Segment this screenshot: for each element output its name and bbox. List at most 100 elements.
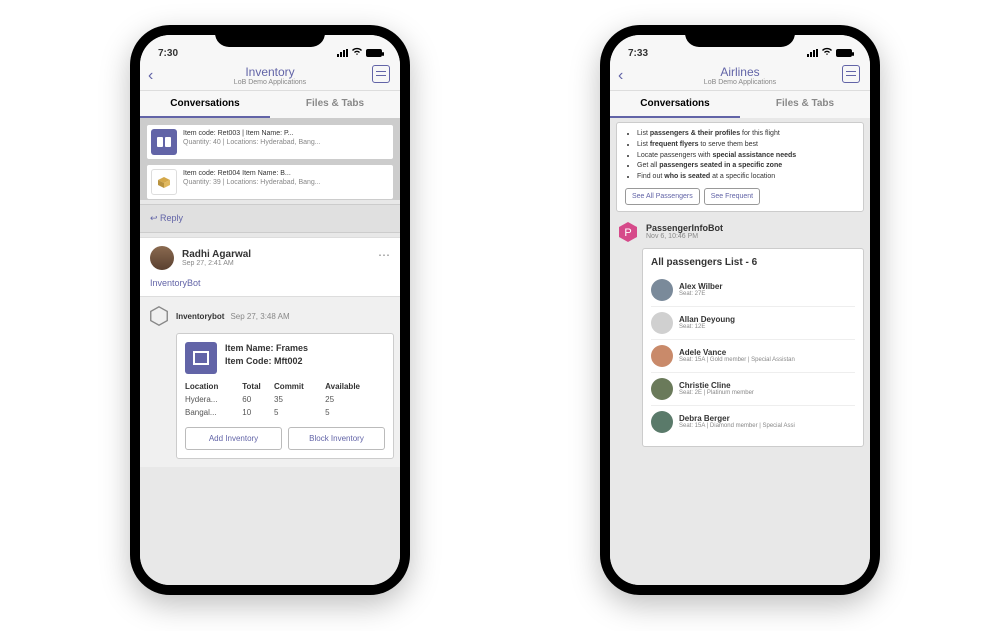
passenger-name: Allan Deyoung [679,316,735,325]
passenger-row[interactable]: Adele VanceSeat: 15A | Gold member | Spe… [651,339,855,372]
passenger-row[interactable]: Christie ClineSeat: 2E | Platinum member [651,372,855,405]
tab-conversations[interactable]: Conversations [140,91,270,118]
passenger-detail: Seat: 2E | Platinum member [679,390,754,396]
item-line2: Quantity: 40 | Locations: Hyderabad, Ban… [183,138,321,147]
table-row: Bangal... 10 5 5 [185,406,385,419]
item-row[interactable]: Item code: Ret003 | Item Name: P... Quan… [183,129,321,155]
passenger-name: Debra Berger [679,415,795,424]
notch [685,25,795,47]
add-inventory-button[interactable]: Add Inventory [185,427,282,450]
th-location: Location [185,380,242,393]
app-header: ‹ Airlines LoB Demo Applications [610,61,870,91]
tab-bar: Conversations Files & Tabs [140,91,400,118]
passenger-row[interactable]: Debra BergerSeat: 15A | Diamond member |… [651,405,855,438]
reply-button[interactable]: ↩ Reply [140,204,400,233]
user-message[interactable]: Radhi Agarwal Sep 27, 2:41 AM ⋯ Inventor… [140,237,400,297]
th-commit: Commit [274,380,325,393]
card-title-2: Item Code: Mft002 [225,355,308,368]
bot-name: Inventorybot [176,312,224,321]
bullet-list: List passengers & their profiles for thi… [625,129,855,182]
mention[interactable]: InventoryBot [150,278,390,288]
item-line2: Quantity: 39 | Locations: Hyderabad, Ban… [183,178,321,187]
screen-right: 7:33 ‹ Airlines LoB Demo Applications Co… [610,35,870,585]
avatar [651,411,673,433]
bullet-item: Get all passengers seated in a specific … [637,161,855,171]
block-inventory-button[interactable]: Block Inventory [288,427,385,450]
tab-files[interactable]: Files & Tabs [740,91,870,118]
item-line1: Item code: Ret004 Item Name: B... [183,169,321,178]
passenger-row[interactable]: Alex WilberSeat: 27E [651,274,855,306]
passenger-name: Adele Vance [679,349,795,358]
battery-icon [366,49,382,57]
table-row: Hydera... 60 35 25 [185,393,385,406]
status-time: 7:33 [628,48,648,59]
app-title: Airlines [618,65,862,79]
inventory-table: Location Total Commit Available Hydera..… [185,380,385,419]
bot-time: Nov 6, 10:46 PM [646,233,723,240]
content-area: Item code: Ret003 | Item Name: P... Quan… [140,118,400,585]
passenger-list-card: All passengers List - 6 Alex WilberSeat:… [642,248,864,447]
status-time: 7:30 [158,48,178,59]
tab-bar: Conversations Files & Tabs [610,91,870,118]
passenger-name: Alex Wilber [679,283,723,292]
phone-right: 7:33 ‹ Airlines LoB Demo Applications Co… [600,25,880,595]
signal-icon [337,49,348,57]
bot-hexagon-icon [148,305,170,327]
back-chevron-icon[interactable]: ‹ [148,67,153,85]
signal-icon [807,49,818,57]
bullet-item: List frequent flyers to serve them best [637,140,855,150]
bullet-item: Find out who is seated at a specific loc… [637,172,855,182]
header-action-icon[interactable] [372,65,390,83]
see-frequent-button[interactable]: See Frequent [704,188,760,205]
bot-name: PassengerInfoBot [646,223,723,233]
tab-conversations[interactable]: Conversations [610,91,740,118]
th-available: Available [325,380,385,393]
app-subtitle: LoB Demo Applications [148,79,392,86]
bullet-item: Locate passengers with special assistanc… [637,151,855,161]
more-icon[interactable]: ⋯ [378,248,390,262]
bot-header: P PassengerInfoBot Nov 6, 10:46 PM [616,220,864,244]
avatar [651,378,673,400]
status-icons [337,47,382,59]
content-area: List passengers & their profiles for thi… [610,118,870,585]
app-title: Inventory [148,65,392,79]
card-title-1: Item Name: Frames [225,342,308,355]
app-header: ‹ Inventory LoB Demo Applications [140,61,400,91]
back-chevron-icon[interactable]: ‹ [618,67,623,85]
battery-icon [836,49,852,57]
user-time: Sep 27, 2:41 AM [182,260,251,267]
bot-hexagon-icon: P [616,220,640,244]
item-row[interactable]: Item code: Ret004 Item Name: B... Quanti… [183,169,321,195]
screen-left: 7:30 ‹ Inventory LoB Demo Applications C… [140,35,400,585]
passenger-detail: Seat: 15A | Diamond member | Special Ass… [679,423,795,429]
app-subtitle: LoB Demo Applications [618,79,862,86]
passenger-detail: Seat: 27E [679,291,723,297]
box-icon [151,169,177,195]
phone-left: 7:30 ‹ Inventory LoB Demo Applications C… [130,25,410,595]
reply-label: Reply [160,213,183,223]
avatar [651,279,673,301]
user-name: Radhi Agarwal [182,249,251,260]
wifi-icon [351,47,363,59]
wifi-icon [821,47,833,59]
bot-message: Inventorybot Sep 27, 3:48 AM Item Name: … [140,297,400,467]
book-icon [151,129,177,155]
passenger-detail: Seat: 15A | Gold member | Special Assist… [679,357,795,363]
header-action-icon[interactable] [842,65,860,83]
passenger-detail: Seat: 12E [679,324,735,330]
avatar [150,246,174,270]
reply-arrow-icon: ↩ [150,213,160,223]
passenger-row[interactable]: Allan DeyoungSeat: 12E [651,306,855,339]
see-all-passengers-button[interactable]: See All Passengers [625,188,700,205]
svg-text:P: P [624,227,631,239]
frame-icon [185,342,217,374]
notch [215,25,325,47]
status-icons [807,47,852,59]
item-line1: Item code: Ret003 | Item Name: P... [183,129,321,138]
bot-time: Sep 27, 3:48 AM [230,312,289,321]
passenger-name: Christie Cline [679,382,754,391]
help-card: List passengers & their profiles for thi… [616,122,864,212]
tab-files[interactable]: Files & Tabs [270,91,400,118]
inventory-card: Item Name: Frames Item Code: Mft002 Loca… [176,333,394,459]
bullet-item: List passengers & their profiles for thi… [637,129,855,139]
